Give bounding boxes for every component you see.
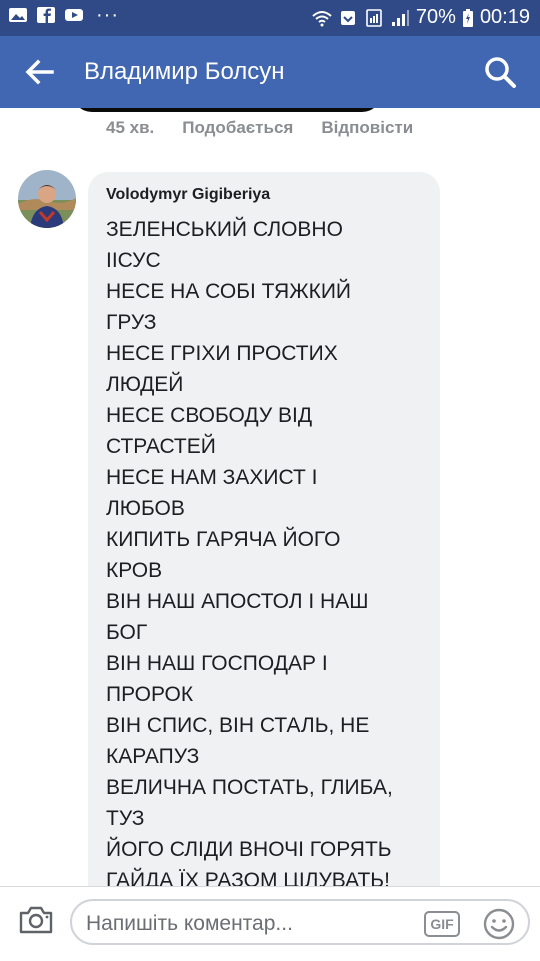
comment-line: ТУЗ	[106, 807, 145, 830]
comment-author[interactable]: Volodymyr Gigiberiya	[106, 186, 270, 204]
comment-line: СТРАСТЕЙ	[106, 435, 216, 458]
avatar-photo	[18, 170, 76, 228]
wifi-icon	[312, 10, 332, 26]
more-notifications-dots: ···	[96, 4, 119, 26]
comment-line: НЕСЕ НАМ ЗАХИСТ І	[106, 466, 318, 489]
comment-line: ВІН СПИС, ВІН СТАЛЬ, НЕ	[106, 714, 370, 737]
comment-line: КИПИТЬ ГАРЯЧА ЙОГО	[106, 528, 341, 551]
comment-line: ЛЮБОВ	[106, 497, 185, 520]
status-bar: ··· 70% 00:19	[0, 0, 540, 36]
like-button[interactable]: Подобається	[182, 118, 293, 138]
clock: 00:19	[479, 6, 530, 28]
comment-line: КРОВ	[106, 559, 163, 582]
comment-line: ВІН НАШ ГОСПОДАР І	[106, 652, 328, 675]
comment-bubble: Volodymyr Gigiberiya ЗЕЛЕНСЬКИЙ СЛОВНО І…	[88, 172, 440, 888]
search-icon[interactable]	[482, 54, 518, 90]
comment-line: БОГ	[106, 621, 148, 644]
comment-line: ГАЙДА ЇХ РАЗОМ ЦІЛУВАТЬ!	[106, 869, 390, 888]
comment-composer: GIF	[0, 886, 540, 961]
comment-timestamp: 45 хв.	[106, 118, 155, 137]
avatar[interactable]	[18, 170, 76, 228]
gif-button[interactable]: GIF	[424, 911, 460, 937]
comment-line: ГРУЗ	[106, 311, 157, 334]
facebook-icon	[37, 7, 55, 23]
app-bar: Владимир Болсун	[0, 36, 540, 108]
comment-line: ВЕЛИЧНА ПОСТАТЬ, ГЛИБА,	[106, 776, 393, 799]
reply-button[interactable]: Відповісти	[321, 118, 413, 138]
comment-line: ЙОГО СЛІДИ ВНОЧІ ГОРЯТЬ	[106, 838, 392, 861]
previous-comment-bubble	[72, 108, 382, 112]
comment-input[interactable]	[84, 908, 408, 940]
youtube-icon	[65, 9, 83, 21]
comment-line: ЗЕЛЕНСЬКИЙ СЛОВНО	[106, 218, 343, 241]
comments-thread: 45 хв. Подобається Відповісти Volodymyr …	[0, 108, 540, 888]
battery-percent: 70%	[415, 6, 456, 28]
sim-icon	[366, 8, 382, 27]
comment-line: НЕСЕ ГРІХИ ПРОСТИХ	[106, 342, 338, 365]
camera-icon[interactable]	[18, 905, 54, 935]
comment-line: НЕСЕ СВОБОДУ ВІД	[106, 404, 313, 427]
battery-icon	[462, 8, 473, 27]
comment-text: ЗЕЛЕНСЬКИЙ СЛОВНО ІІСУС НЕСЕ НА СОБІ ТЯЖ…	[106, 214, 393, 888]
comment-line: ЛЮДЕЙ	[106, 373, 184, 396]
back-arrow-icon[interactable]	[22, 56, 58, 88]
comment-input-wrapper: GIF	[70, 899, 530, 945]
previous-comment-actions: 45 хв. Подобається Відповісти	[106, 118, 413, 138]
comment-line: ІІСУС	[106, 249, 161, 272]
comment-line: ПРОРОК	[106, 683, 194, 706]
page-title: Владимир Болсун	[84, 58, 285, 85]
comment-line: КАРАПУЗ	[106, 745, 200, 768]
comment-line: ВІН НАШ АПОСТОЛ І НАШ	[106, 590, 369, 613]
signal-icon	[391, 9, 409, 26]
gallery-icon	[9, 8, 27, 22]
notification-icon	[340, 10, 355, 25]
comment-line: НЕСЕ НА СОБІ ТЯЖКИЙ	[106, 280, 352, 303]
emoji-icon[interactable]	[482, 907, 516, 941]
